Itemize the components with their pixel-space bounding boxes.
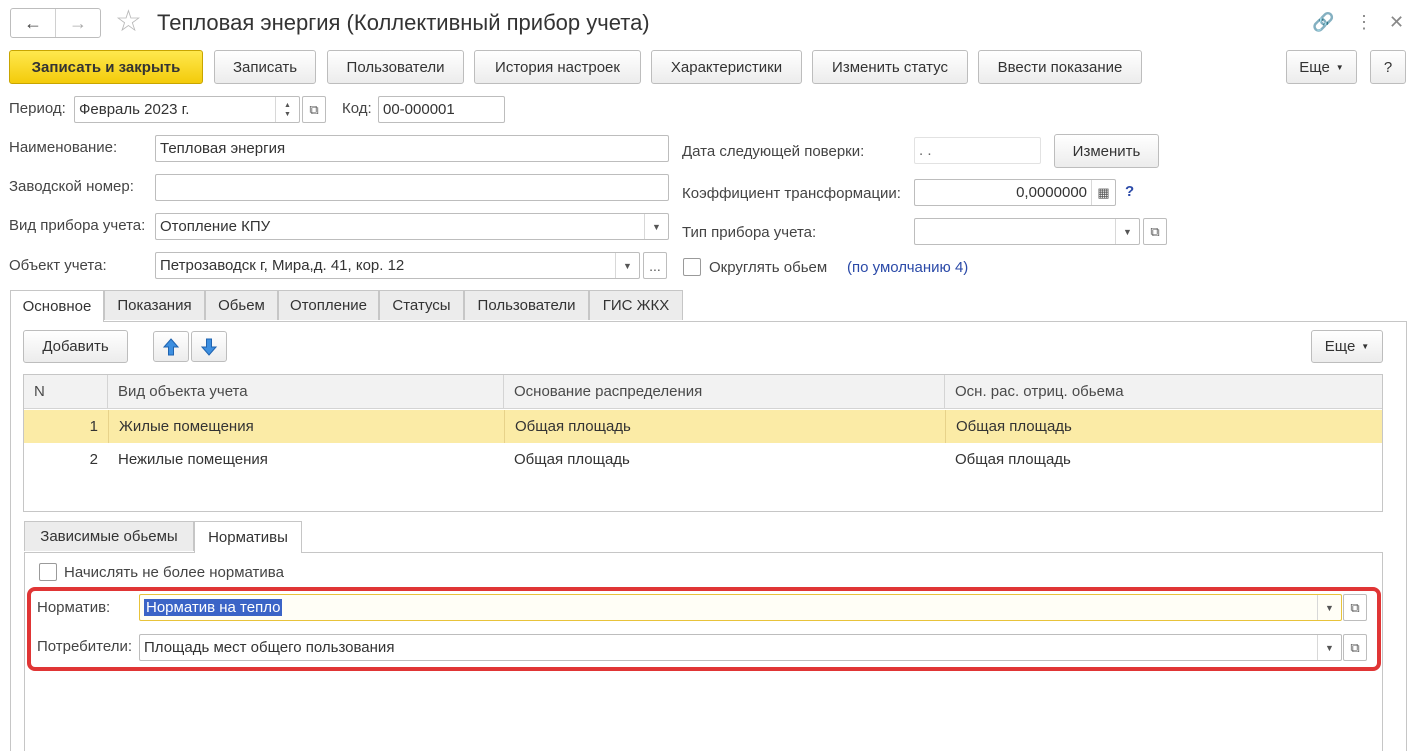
code-field[interactable]: 00-000001 <box>378 96 505 123</box>
objects-table: N Вид объекта учета Основание распределе… <box>23 374 1383 512</box>
period-value: Февраль 2023 г. <box>79 101 190 118</box>
limit-checkbox[interactable] <box>39 563 57 581</box>
tab-osnovnoe[interactable]: Основное <box>10 290 104 322</box>
change-status-button[interactable]: Изменить статус <box>812 50 968 84</box>
chevron-down-icon: ▼ <box>1335 62 1344 72</box>
chevron-down-icon: ▼ <box>1361 342 1370 351</box>
table-more-button[interactable]: Еще ▼ <box>1311 330 1383 363</box>
save-close-button[interactable]: Записать и закрыть <box>9 50 203 84</box>
meter-type-open-button[interactable]: ⧉ <box>1143 218 1167 245</box>
row-n: 1 <box>89 418 98 435</box>
users-button[interactable]: Пользователи <box>327 50 464 84</box>
name-field[interactable]: Тепловая энергия <box>155 135 669 162</box>
table-row[interactable]: 2 Нежилые помещения Общая площадь Общая … <box>24 443 1382 476</box>
chevron-down-icon[interactable]: ▼ <box>615 253 639 278</box>
tab-polzovateli[interactable]: Пользователи <box>464 290 589 320</box>
meter-kind-label: Вид прибора учета: <box>9 217 146 234</box>
object-label: Объект учета: <box>9 257 107 274</box>
round-default-link[interactable]: (по умолчанию 4) <box>847 258 968 278</box>
subtab-dependent-volumes[interactable]: Зависимые обьемы <box>24 521 194 551</box>
tab-pokazaniya[interactable]: Показания <box>104 290 205 320</box>
tab-gis-zhkh[interactable]: ГИС ЖКХ <box>589 290 683 320</box>
arrow-down-icon <box>201 338 217 356</box>
table-more-label: Еще <box>1324 338 1356 355</box>
move-up-button[interactable] <box>153 331 189 362</box>
meter-kind-value: Отопление КПУ <box>160 218 271 235</box>
meter-kind-select[interactable]: Отопление КПУ ▼ <box>155 213 669 240</box>
add-button[interactable]: Добавить <box>23 330 128 363</box>
tab-obem[interactable]: Обьем <box>205 290 278 320</box>
object-value: Петрозаводск г, Мира,д. 41, кор. 12 <box>160 257 405 274</box>
enter-reading-button[interactable]: Ввести показание <box>978 50 1142 84</box>
link-icon[interactable]: 🔗 <box>1312 10 1334 34</box>
coef-help-link[interactable]: ? <box>1125 182 1134 202</box>
help-button[interactable]: ? <box>1370 50 1406 84</box>
serial-label: Заводской номер: <box>9 178 134 195</box>
row-kind: Жилые помещения <box>108 410 504 443</box>
open-window-icon: ⧉ <box>1150 223 1160 239</box>
history-button[interactable]: История настроек <box>474 50 641 84</box>
open-window-icon: ⧉ <box>309 101 319 117</box>
close-icon[interactable]: ✕ <box>1389 10 1404 34</box>
tab-statusy[interactable]: Статусы <box>379 290 464 320</box>
object-choose-button[interactable]: ... <box>643 252 667 279</box>
coef-value: 0,0000000 <box>1016 184 1087 201</box>
change-button[interactable]: Изменить <box>1054 134 1159 168</box>
characteristics-button[interactable]: Характеристики <box>651 50 802 84</box>
more-button[interactable]: Еще ▼ <box>1286 50 1357 84</box>
table-header: N Вид объекта учета Основание распределе… <box>24 375 1382 409</box>
col-object-kind[interactable]: Вид объекта учета <box>108 375 504 409</box>
highlight-frame <box>27 587 1381 671</box>
code-label: Код: <box>342 100 372 117</box>
arrow-left-icon: ← <box>24 12 42 33</box>
chevron-down-icon[interactable]: ▼ <box>1115 219 1139 244</box>
meter-type-label: Тип прибора учета: <box>682 224 817 241</box>
more-label: Еще <box>1299 58 1330 76</box>
round-label: Округлять обьем <box>709 259 828 276</box>
history-nav: ← → <box>10 8 101 38</box>
name-label: Наименование: <box>9 139 118 156</box>
col-neg-basis[interactable]: Осн. рас. отриц. обьема <box>945 375 1382 409</box>
period-label: Период: <box>9 100 66 117</box>
col-basis[interactable]: Основание распределения <box>504 375 945 409</box>
serial-field[interactable] <box>155 174 669 201</box>
spin-up-icon[interactable]: ▲ <box>284 101 291 110</box>
spin-down-icon[interactable]: ▼ <box>284 110 291 119</box>
row-neg-basis: Общая площадь <box>955 451 1071 468</box>
chevron-down-icon[interactable]: ▼ <box>644 214 668 239</box>
next-check-field: . . <box>914 137 1041 164</box>
coef-label: Коэффициент трансформации: <box>682 185 901 202</box>
back-button[interactable]: ← <box>11 9 55 37</box>
more-vertical-icon[interactable]: ⋮ <box>1355 10 1373 34</box>
move-down-button[interactable] <box>191 331 227 362</box>
meter-type-select[interactable]: ▼ <box>914 218 1140 245</box>
star-icon[interactable]: ☆ <box>115 5 142 39</box>
arrow-right-icon: → <box>69 12 87 33</box>
round-checkbox[interactable] <box>683 258 701 276</box>
forward-button[interactable]: → <box>55 9 100 37</box>
row-basis: Общая площадь <box>514 451 630 468</box>
row-neg-basis: Общая площадь <box>945 410 1382 443</box>
coef-field[interactable]: 0,0000000 ▦ <box>914 179 1116 206</box>
period-spinner[interactable]: ▲ ▼ <box>275 97 299 122</box>
next-check-label: Дата следующей поверки: <box>682 143 865 160</box>
row-basis: Общая площадь <box>504 410 945 443</box>
row-n: 2 <box>89 451 98 468</box>
calculator-icon[interactable]: ▦ <box>1091 180 1115 205</box>
tab-otoplenie[interactable]: Отопление <box>278 290 379 320</box>
col-n[interactable]: N <box>24 375 108 409</box>
row-kind: Нежилые помещения <box>118 451 268 468</box>
arrow-up-icon <box>163 337 179 355</box>
period-open-button[interactable]: ⧉ <box>302 96 326 123</box>
table-row[interactable]: 1 Жилые помещения Общая площадь Общая пл… <box>24 410 1382 443</box>
save-button[interactable]: Записать <box>214 50 316 84</box>
limit-label: Начислять не более норматива <box>64 564 284 581</box>
period-field[interactable]: Февраль 2023 г. ▲ ▼ <box>74 96 300 123</box>
page-title: Тепловая энергия (Коллективный прибор уч… <box>157 10 650 35</box>
object-select[interactable]: Петрозаводск г, Мира,д. 41, кор. 12 ▼ <box>155 252 640 279</box>
subtab-normatives[interactable]: Нормативы <box>194 521 302 553</box>
